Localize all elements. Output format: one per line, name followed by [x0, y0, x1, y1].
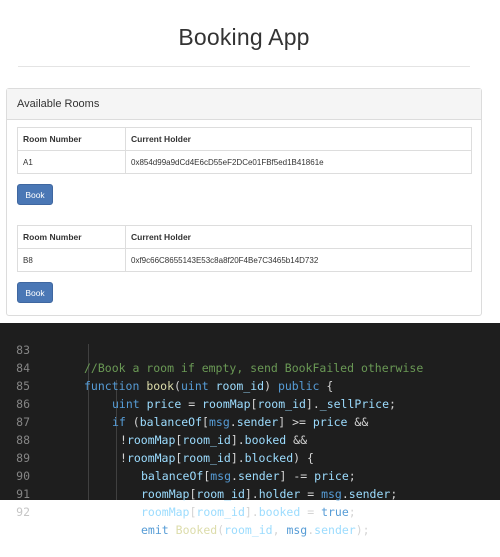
line-number: 92 — [16, 505, 30, 519]
code-line[interactable]: 91 roomMap[room_id].booked = true; — [0, 467, 500, 519]
table-header-row: Room Number Current Holder — [17, 127, 472, 151]
code-line[interactable]: 87 !roomMap[room_id].booked && — [0, 395, 500, 447]
table-header-row: Room Number Current Holder — [17, 225, 472, 249]
code-line[interactable]: 83 //Book a room if empty, send BookFail… — [0, 323, 500, 375]
booking-app: Booking App Available Rooms Room Number … — [0, 0, 500, 323]
book-button-a1[interactable]: Book — [17, 184, 53, 205]
room-number-cell: A1 — [17, 150, 126, 174]
column-header-room-number: Room Number — [17, 225, 126, 249]
code-line[interactable]: 90 roomMap[room_id].holder = msg.sender; — [0, 449, 500, 501]
code-line-active[interactable]: 92 emit Booked(room_id, msg.sender); — [0, 485, 500, 537]
code-line[interactable]: 89 balanceOf[msg.sender] -= price; — [0, 431, 500, 483]
code-line[interactable]: 86 if (balanceOf[msg.sender] >= price && — [0, 377, 500, 429]
room-table-b8: Room Number Current Holder B8 0xf9c66C86… — [17, 225, 472, 272]
code-text[interactable]: roomMap[room_id].booked = true; — [141, 503, 356, 521]
room-number-cell: B8 — [17, 248, 126, 272]
panel-title: Available Rooms — [7, 89, 481, 120]
table-row: B8 0xf9c66C8655143E53c8a8f20F4Be7C3465b1… — [17, 248, 472, 272]
text-cursor — [369, 524, 371, 537]
code-line[interactable]: 85 uint price = roomMap[room_id]._sellPr… — [0, 359, 500, 411]
page-title: Booking App — [178, 24, 310, 50]
column-header-room-number: Room Number — [17, 127, 126, 151]
code-line[interactable]: 88 !roomMap[room_id].blocked) { — [0, 413, 500, 465]
available-rooms-panel: Available Rooms Room Number Current Hold… — [6, 88, 482, 316]
code-text[interactable]: emit Booked(room_id, msg.sender); — [141, 521, 371, 539]
current-holder-cell: 0x854d99a9dCd4E6cD55eF2DCe01FBf5ed1B4186… — [125, 150, 472, 174]
code-editor[interactable]: 83 //Book a room if empty, send BookFail… — [0, 323, 500, 537]
code-line[interactable]: 84 function book(uint room_id) public { — [0, 341, 500, 393]
current-holder-cell: 0xf9c66C8655143E53c8a8f20F4Be7C3465b14D7… — [125, 248, 472, 272]
book-button-b8[interactable]: Book — [17, 282, 53, 303]
room-table-a1: Room Number Current Holder A1 0x854d99a9… — [17, 127, 472, 174]
table-row: A1 0x854d99a9dCd4E6cD55eF2DCe01FBf5ed1B4… — [17, 150, 472, 174]
column-header-current-holder: Current Holder — [125, 225, 472, 249]
column-header-current-holder: Current Holder — [125, 127, 472, 151]
title-divider — [18, 66, 470, 67]
